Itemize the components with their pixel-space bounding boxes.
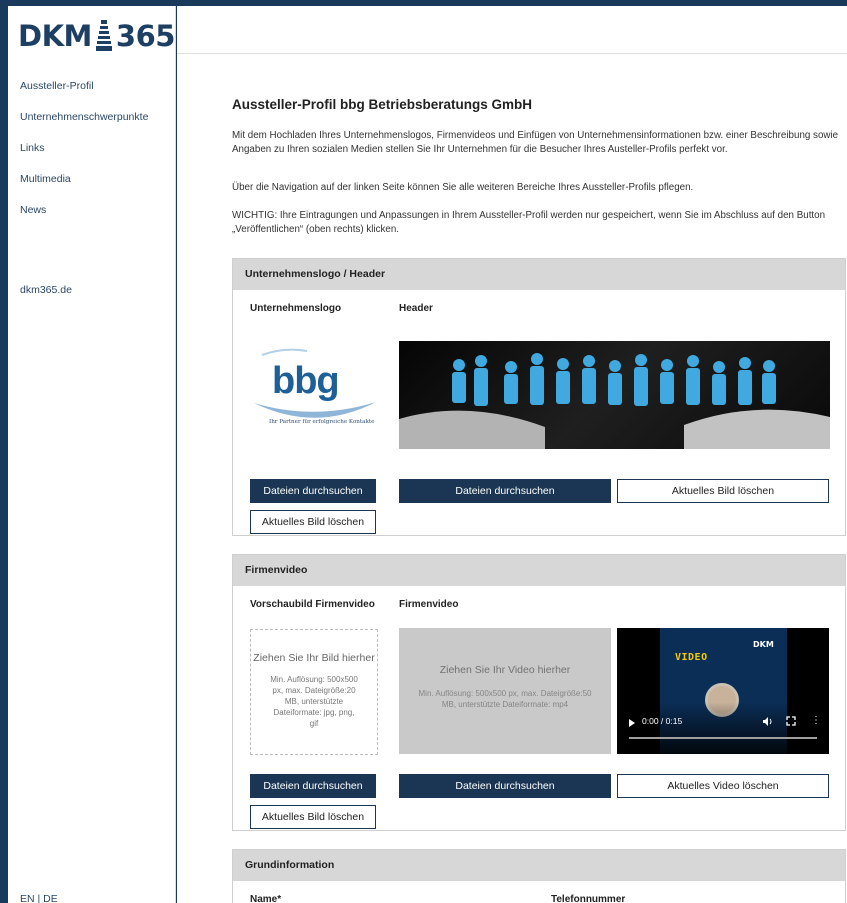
logo-browse-button[interactable]: Dateien durchsuchen	[250, 479, 376, 503]
basic-information-panel: Grundinformation Name* Telefonnummer	[232, 849, 846, 903]
logo-delete-image-button[interactable]: Aktuelles Bild löschen	[250, 510, 376, 534]
dkm365-site-link[interactable]: dkm365.de	[20, 284, 72, 296]
logo-header-panel: Unternehmenslogo / Header Unternehmenslo…	[232, 258, 846, 536]
sidebar: DKM 365 Aussteller-Profil Unternehmensch…	[8, 6, 176, 903]
page-title: Aussteller-Profil bbg Betriebsberatungs …	[232, 97, 533, 112]
sidebar-item-news[interactable]: News	[20, 204, 148, 235]
company-logo-label: Unternehmenslogo	[250, 303, 342, 314]
video-label: Firmenvideo	[399, 599, 459, 610]
top-bar	[177, 6, 847, 54]
video-time-display: 0:00 / 0:15	[642, 716, 683, 726]
logo-text-left: DKM	[18, 19, 92, 53]
volume-icon[interactable]	[762, 716, 773, 727]
lighthouse-icon	[95, 20, 112, 51]
language-switcher[interactable]: EN | DE	[20, 893, 58, 903]
video-dropzone-title: Ziehen Sie Ihr Video hierher	[439, 664, 571, 676]
people-hands-icon	[399, 353, 830, 449]
sidebar-item-links[interactable]: Links	[20, 142, 148, 173]
panel-heading: Unternehmenslogo / Header	[233, 259, 845, 290]
sidebar-item-multimedia[interactable]: Multimedia	[20, 173, 148, 204]
logo-text-right: 365	[115, 19, 176, 53]
video-title-text: VIDEO	[675, 652, 708, 663]
image-dropzone[interactable]: Ziehen Sie Ihr Bild hierher Min. Auflösu…	[250, 629, 378, 755]
video-browse-button[interactable]: Dateien durchsuchen	[399, 774, 611, 798]
panel-heading: Grundinformation	[233, 850, 845, 881]
thumbnail-browse-button[interactable]: Dateien durchsuchen	[250, 774, 376, 798]
fullscreen-icon[interactable]	[786, 716, 796, 726]
video-dkm-logo: DKM	[753, 640, 774, 649]
image-dropzone-title: Ziehen Sie Ihr Bild hierher	[253, 652, 375, 664]
company-logo-preview: bbg Ihr Partner für erfolgreiche Kontakt…	[250, 345, 378, 441]
more-options-icon[interactable]: ⋮	[811, 716, 821, 726]
video-dropzone[interactable]: Ziehen Sie Ihr Video hierher Min. Auflös…	[399, 628, 611, 754]
main-content: Aussteller-Profil bbg Betriebsberatungs …	[177, 6, 847, 903]
panel-heading: Firmenvideo	[233, 555, 845, 586]
company-logo-tagline: Ihr Partner für erfolgreiche Kontakte	[269, 419, 375, 425]
thumbnail-delete-image-button[interactable]: Aktuelles Bild löschen	[250, 805, 376, 829]
video-controls-overlay	[617, 702, 829, 754]
sidebar-item-aussteller-profil[interactable]: Aussteller-Profil	[20, 80, 148, 111]
image-dropzone-hint: Min. Auflösung: 500x500 px, max. Dateigr…	[270, 675, 358, 728]
header-delete-image-button[interactable]: Aktuelles Bild löschen	[617, 479, 829, 503]
video-dropzone-hint: Min. Auflösung: 500x500 px, max. Dateigr…	[418, 689, 592, 709]
header-label: Header	[399, 303, 433, 314]
video-play-icon[interactable]	[629, 719, 635, 727]
phone-field-label: Telefonnummer	[551, 894, 626, 903]
video-player[interactable]: VIDEO DKM 0:00 / 0:15 ⋮	[617, 628, 829, 754]
video-thumbnail-label: Vorschaubild Firmenvideo	[250, 599, 375, 610]
video-delete-button[interactable]: Aktuelles Video löschen	[617, 774, 829, 798]
sidebar-nav: Aussteller-Profil Unternehmenschwerpunkt…	[20, 80, 148, 235]
header-image-preview	[399, 341, 830, 449]
header-browse-button[interactable]: Dateien durchsuchen	[399, 479, 611, 503]
company-logo-wordmark: bbg	[272, 360, 340, 402]
intro-text: Mit dem Hochladen Ihres Unternehmenslogo…	[232, 130, 839, 155]
navigation-hint: Über die Navigation auf der linken Seite…	[232, 182, 694, 193]
company-video-panel: Firmenvideo Vorschaubild Firmenvideo Fir…	[232, 554, 846, 831]
video-progress-bar[interactable]	[629, 737, 817, 739]
sidebar-item-unternehmenschwerpunkte[interactable]: Unternehmenschwerpunkte	[20, 111, 148, 142]
name-field-label: Name*	[250, 894, 282, 903]
important-notice: WICHTIG: Ihre Eintragungen und Anpassung…	[232, 210, 826, 235]
dkm365-logo[interactable]: DKM 365	[18, 16, 175, 56]
